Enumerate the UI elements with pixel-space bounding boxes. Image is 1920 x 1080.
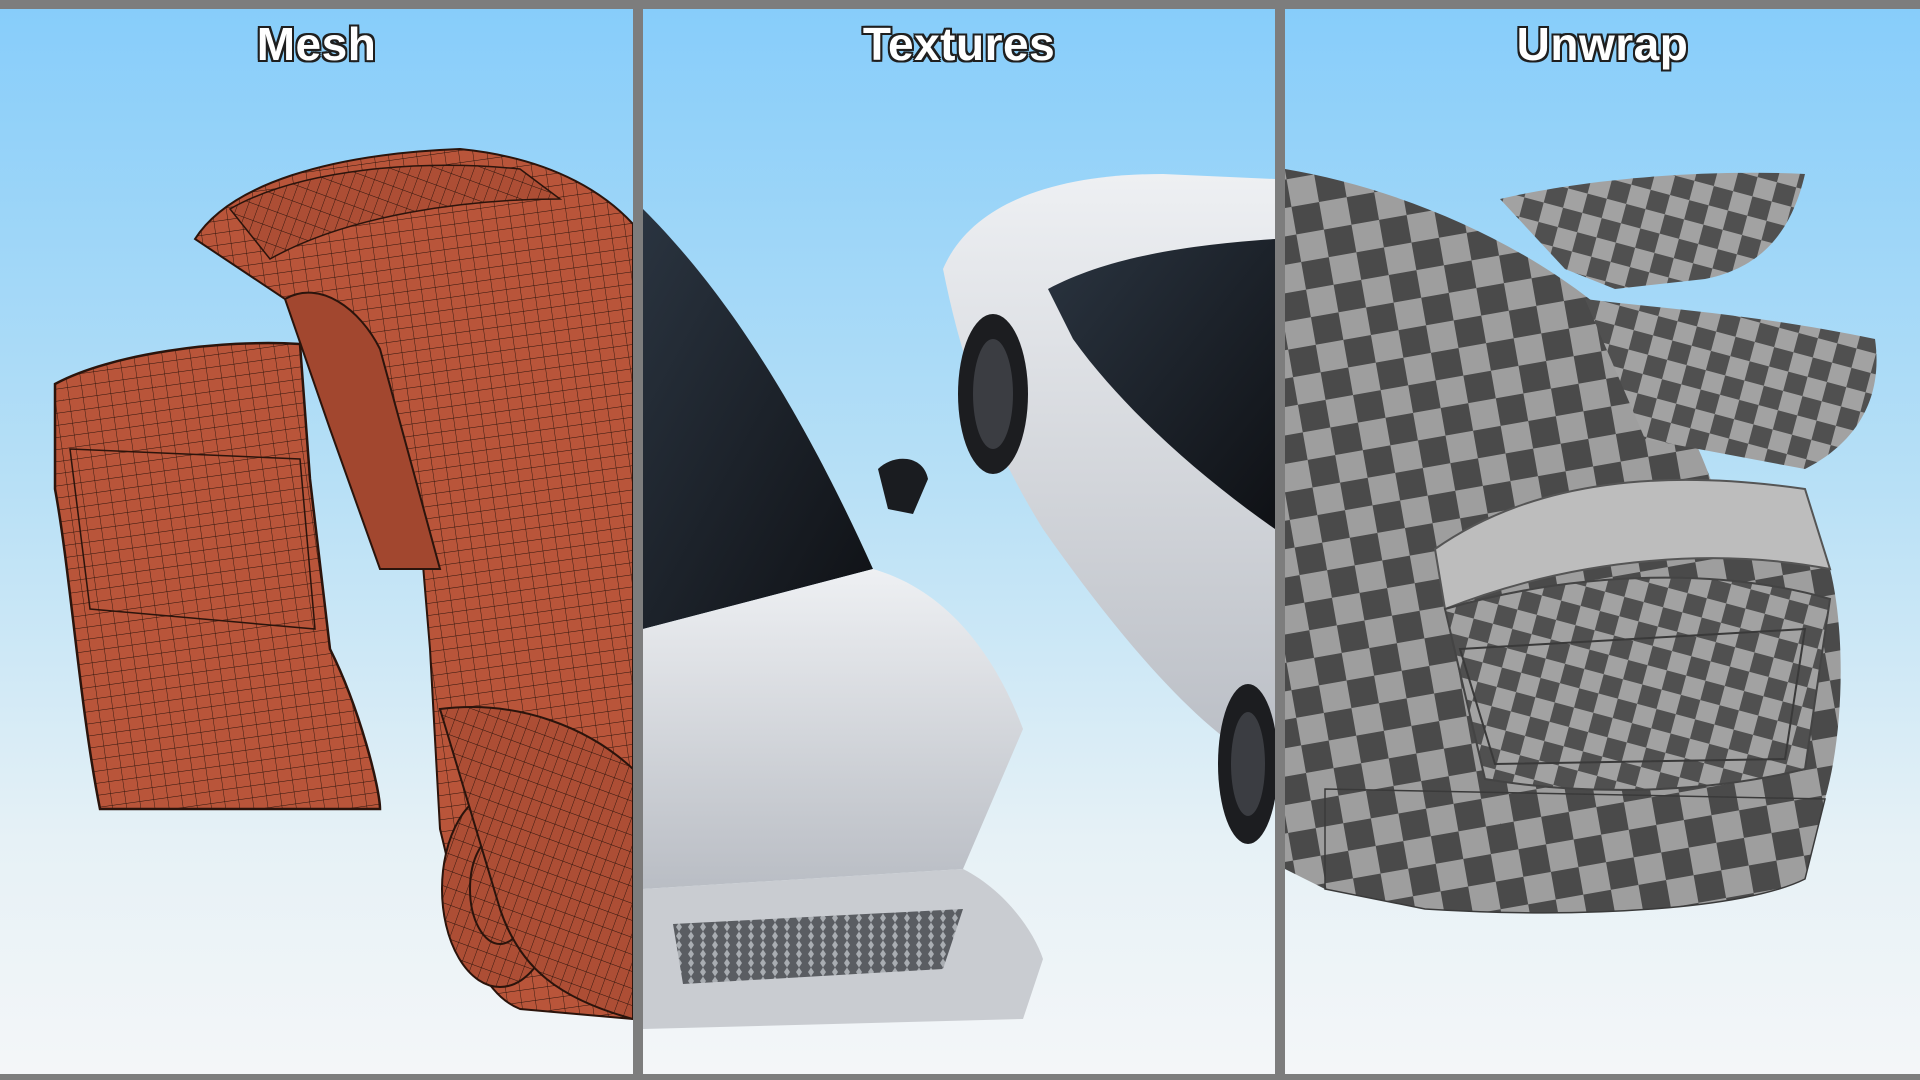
- panel-mesh: Mesh: [0, 9, 633, 1074]
- panel-title-mesh: Mesh: [256, 18, 377, 70]
- panel-textures: Textures: [643, 9, 1275, 1074]
- panel-title-textures: Textures: [862, 18, 1056, 70]
- uv-checker-car-render: [1285, 169, 1877, 914]
- panel-unwrap: Unwrap: [1285, 9, 1920, 1074]
- panel-title-unwrap: Unwrap: [1516, 18, 1689, 70]
- textured-car-render: [643, 174, 1275, 1029]
- comparison-image: Mesh Textures Unwrap: [0, 0, 1920, 1080]
- wireframe-car-render: [53, 147, 633, 1021]
